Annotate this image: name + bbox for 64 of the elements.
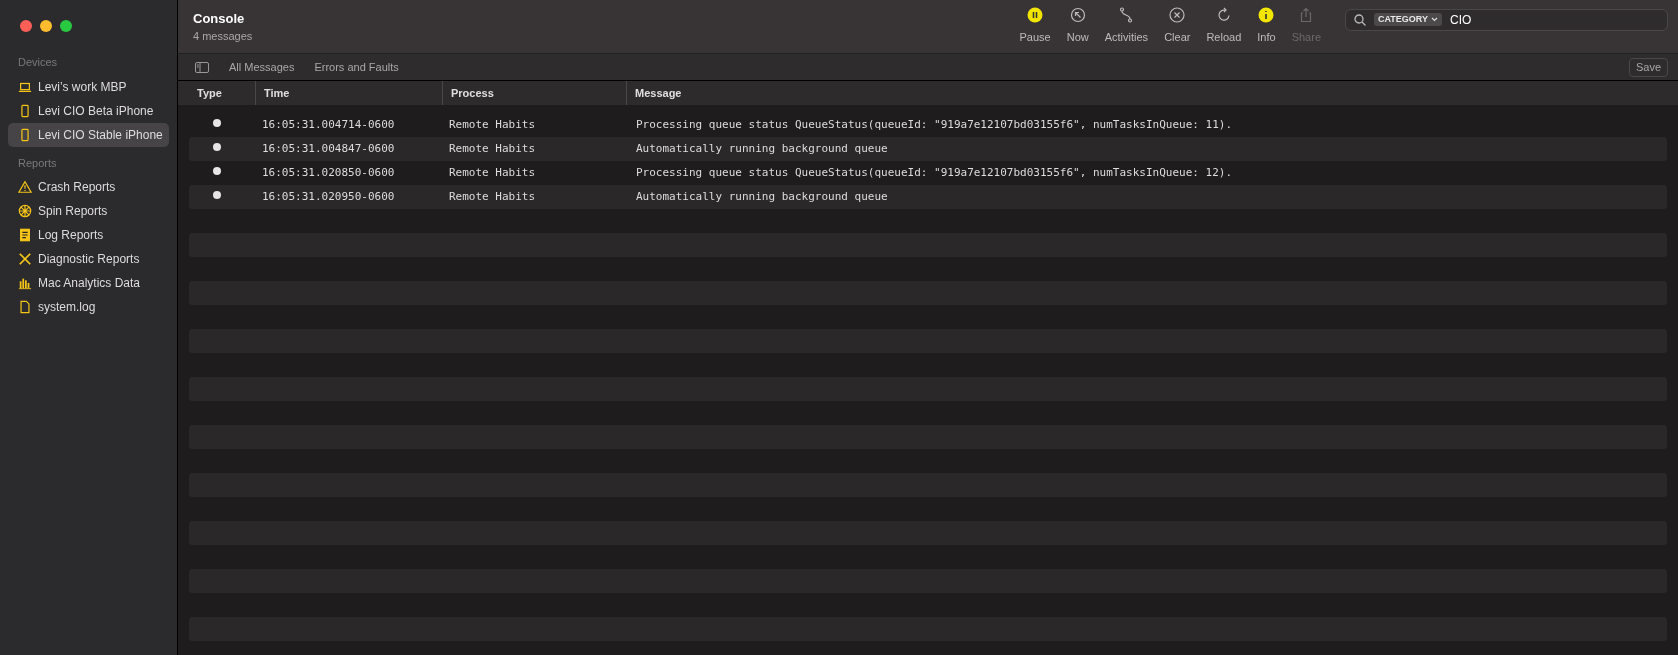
- toolbar-button[interactable]: Now: [1064, 7, 1091, 46]
- filter-tab[interactable]: Errors and Faults: [314, 58, 399, 76]
- save-button[interactable]: Save: [1628, 57, 1668, 77]
- process-cell-text: Remote Habits: [448, 188, 537, 205]
- phone-icon: [18, 127, 32, 142]
- window-title: Console: [193, 9, 246, 28]
- time-cell-text: 16:05:31.020850-0600: [261, 164, 396, 181]
- message-cell-text: Automatically running background queue: [635, 140, 888, 157]
- sidebar-item[interactable]: Diagnostic Reports: [8, 247, 169, 271]
- search-field[interactable]: CATEGORY CIO: [1345, 8, 1668, 31]
- time-cell-text: 16:05:31.004847-0600: [261, 140, 396, 157]
- sidebar-item[interactable]: Spin Reports: [8, 199, 169, 223]
- sidebar-item[interactable]: Levi’s work MBP: [8, 74, 169, 99]
- sidebar-item[interactable]: Mac Analytics Data: [8, 271, 169, 295]
- process-cell-text: Remote Habits: [448, 164, 537, 181]
- log-row[interactable]: 16:05:31.020950-0600 Remote Habits Automatically running background queue: [189, 185, 1667, 209]
- column-header[interactable]: Message: [635, 84, 682, 102]
- toolbar-button[interactable]: Activities: [1102, 7, 1151, 46]
- process-cell-text: Remote Habits: [448, 140, 537, 157]
- time-cell-text: 16:05:31.020950-0600: [261, 188, 396, 205]
- search-icon: [1354, 13, 1366, 26]
- clear-icon: [1169, 7, 1186, 24]
- log-row[interactable]: 16:05:31.004714-0600 Remote Habits Processing queue status QueueStatus(queueId: "919a7e12107bd03155f6", numTasksInQueue: 11).: [189, 113, 1667, 137]
- column-header[interactable]: Process: [451, 84, 494, 102]
- sidebar-item[interactable]: Levi CIO Beta iPhone: [8, 98, 169, 123]
- toolbar-button[interactable]: Pause: [1017, 7, 1053, 46]
- file-icon: [18, 300, 32, 314]
- chevron-down-icon: [1431, 17, 1438, 22]
- sidebar-item[interactable]: Log Reports: [8, 223, 169, 247]
- info-icon: [1258, 7, 1275, 24]
- sidebar-item[interactable]: Crash Reports: [8, 175, 169, 199]
- log-row[interactable]: 16:05:31.004847-0600 Remote Habits Automatically running background queue: [189, 137, 1667, 161]
- document-icon: [18, 228, 32, 242]
- category-token[interactable]: CATEGORY: [1374, 12, 1442, 27]
- sidebar-item[interactable]: system.log: [8, 295, 169, 319]
- process-cell-text: Remote Habits: [448, 116, 537, 133]
- filter-tab[interactable]: All Messages: [229, 58, 295, 76]
- zoom-window-button[interactable]: [60, 20, 72, 32]
- message-count: 4 messages: [193, 29, 253, 44]
- search-value: CIO: [1450, 11, 1472, 29]
- sidebar-heading: Reports: [17, 155, 58, 171]
- wheel-icon: [18, 204, 32, 218]
- time-cell-text: 16:05:31.004714-0600: [261, 116, 396, 133]
- column-header[interactable]: Time: [264, 84, 290, 102]
- bar-chart-icon: [18, 276, 32, 290]
- log-row[interactable]: 16:05:31.020850-0600 Remote Habits Processing queue status QueueStatus(queueId: "919a7e12107bd03155f6", numTasksInQueue: 12).: [189, 161, 1667, 185]
- arrow-circle-icon: [1069, 7, 1086, 24]
- message-cell-text: Automatically running background queue: [635, 188, 888, 205]
- path-icon: [1118, 7, 1135, 24]
- minimize-window-button[interactable]: [40, 20, 52, 32]
- sidebar-heading: Devices: [17, 55, 59, 70]
- sidebar-toggle-icon[interactable]: [195, 61, 209, 73]
- pause-icon: [1027, 7, 1044, 24]
- toolbar-button[interactable]: Clear: [1162, 7, 1193, 46]
- warning-icon: [18, 180, 32, 194]
- toolbar-button[interactable]: Info: [1255, 7, 1278, 46]
- message-cell-text: Processing queue status QueueStatus(queueId: "919a7e12107bd03155f6", numTasksInQueue: 12).: [635, 164, 1233, 181]
- reload-icon: [1215, 7, 1232, 24]
- phone-icon: [18, 103, 32, 118]
- message-cell-text: Processing queue status QueueStatus(queueId: "919a7e12107bd03155f6", numTasksInQueue: 11).: [635, 116, 1233, 133]
- sidebar-item[interactable]: Levi CIO Stable iPhone: [8, 122, 169, 147]
- column-header[interactable]: Type: [197, 84, 222, 102]
- toolbar-button[interactable]: Reload: [1204, 7, 1244, 46]
- close-window-button[interactable]: [20, 20, 32, 32]
